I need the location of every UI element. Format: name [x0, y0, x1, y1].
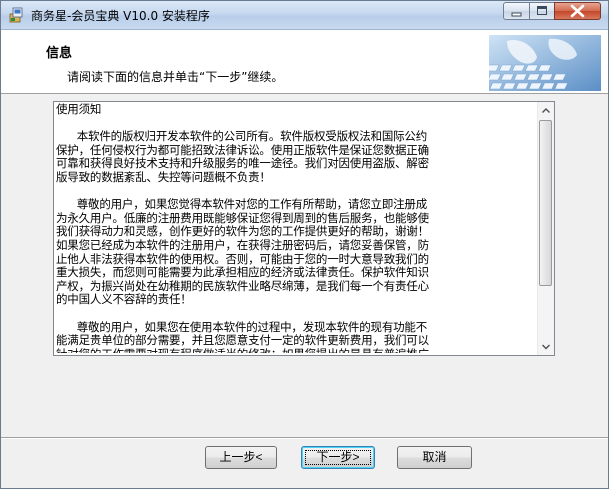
- minimize-icon: [511, 12, 522, 17]
- close-button[interactable]: [554, 2, 601, 20]
- info-line: 我们获得动力和灵感，创作更好的软件为您的工作提供更好的帮助，谢谢！: [56, 224, 429, 239]
- info-line: 止他人非法获得本软件的使用权。否则，可能由于您的一时大意导致我们的: [56, 251, 429, 266]
- info-line: 如果您已经成为本软件的注册用户，在获得注册密码后，请您妥善保管，防: [56, 237, 429, 252]
- page-subtitle: 请阅读下面的信息并单击“下一步”继续。: [67, 70, 284, 84]
- license-info-box[interactable]: 使用须知 本软件的版权归开发本软件的公司所有。软件版权受版权法和国际公约 保护，任…: [53, 101, 555, 356]
- title-bar[interactable]: 商务星-会员宝典 V10.0 安装程序: [1, 1, 608, 30]
- info-line: 重大损失，而您则可能需要为此承担相应的经济或法律责任。保护软件知识: [56, 265, 429, 280]
- installer-window: 商务星-会员宝典 V10.0 安装程序 信息 请阅读下面的信息并单击“下一步”继…: [0, 0, 609, 489]
- cancel-button[interactable]: 取消: [397, 446, 472, 469]
- license-info-text: 使用须知 本软件的版权归开发本软件的公司所有。软件版权受版权法和国际公约 保护，任…: [56, 103, 536, 353]
- info-line: 尊敬的用户，如果您在使用本软件的过程中，发现本软件的现有功能不: [56, 319, 428, 334]
- info-line: 保护，任何侵权行为都可能招致法律诉讼。使用正版软件是保证您数据正确: [56, 142, 429, 157]
- info-line: 版导致的数据紊乱、失控等问题概不负责！: [56, 169, 271, 184]
- maximize-button[interactable]: [529, 2, 555, 20]
- info-line: 本软件的版权归开发本软件的公司所有。软件版权受版权法和国际公约: [56, 129, 428, 144]
- scroll-up-arrow-icon[interactable]: [538, 102, 554, 119]
- installer-app-icon: [9, 7, 23, 23]
- minimize-button[interactable]: [503, 2, 530, 20]
- close-icon: [570, 4, 585, 18]
- scrollbar-thumb[interactable]: [539, 120, 552, 286]
- keyboard-banner-image: [489, 35, 601, 91]
- info-line: 为永久用户。低廉的注册费用既能够保证您得到周到的售后服务，也能够使: [56, 210, 429, 225]
- footer-divider: [1, 437, 608, 439]
- vertical-scrollbar[interactable]: [537, 102, 554, 355]
- info-line: 的中国人义不容辞的责任！: [56, 292, 192, 307]
- info-line: 能满足贵单位的部分需要，并且您愿意支付一定的软件更新费用，我们可以: [56, 333, 429, 348]
- page-title: 信息: [46, 46, 73, 61]
- info-line: 可靠和获得良好技术支持和升级服务的唯一途径。我们对因使用盗版、解密: [56, 156, 429, 171]
- scroll-down-arrow-icon[interactable]: [538, 338, 554, 355]
- info-line: 产权，为振兴尚处在幼稚期的民族软件业略尽绵薄，是我们每一个有责任心: [56, 278, 429, 293]
- maximize-icon: [537, 6, 547, 15]
- page-header: 信息 请阅读下面的信息并单击“下一步”继续。: [1, 30, 608, 94]
- info-line: 尊敬的用户，如果您觉得本软件对您的工作有所帮助，请您立即注册成: [56, 197, 428, 212]
- back-button[interactable]: 上一步<: [205, 446, 277, 469]
- focus-rect: [305, 450, 371, 465]
- info-line: 使用须知: [56, 103, 102, 116]
- info-line: 针对您的工作需要对现有程序做适当的修改；如果您提出的是具有普遍推广: [56, 347, 536, 353]
- next-button[interactable]: 下一步>: [301, 446, 375, 469]
- window-title: 商务星-会员宝典 V10.0 安装程序: [31, 9, 210, 23]
